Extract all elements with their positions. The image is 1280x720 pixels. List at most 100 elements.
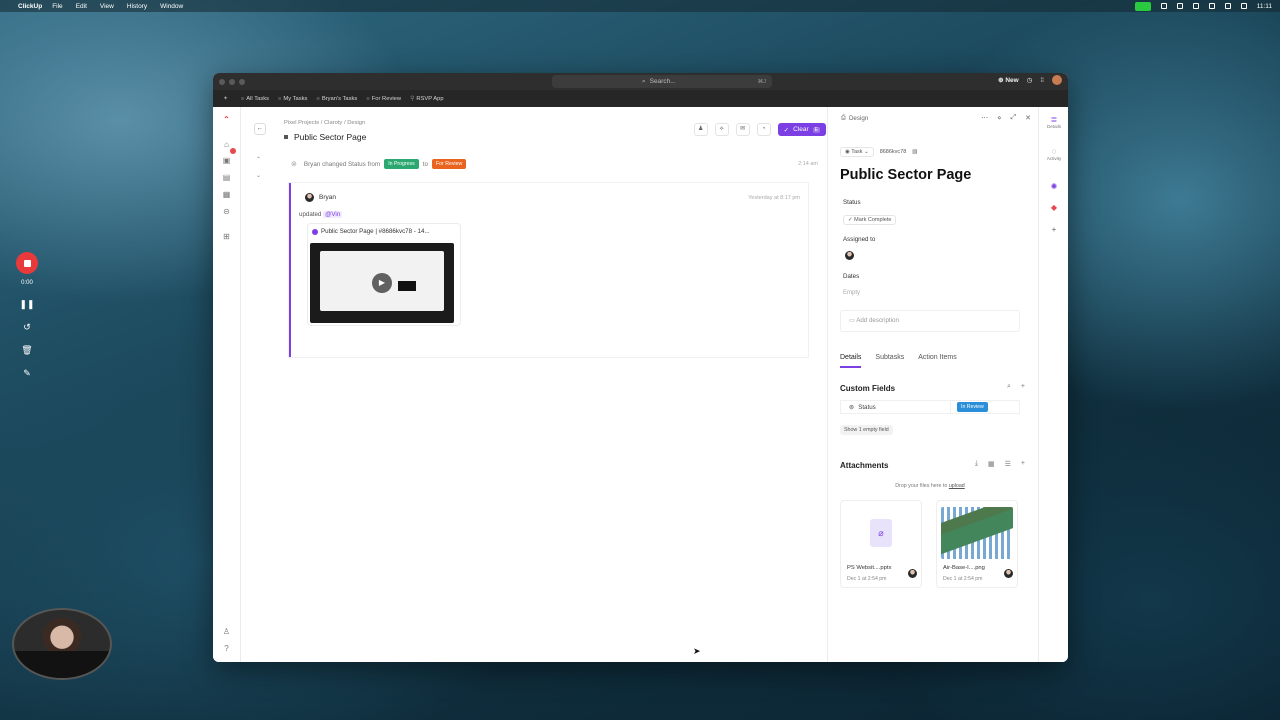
details-rail-button[interactable]: ≣ Details (1039, 115, 1068, 129)
tab-subtasks[interactable]: Subtasks (875, 354, 904, 368)
timer-icon[interactable]: ◷ (1027, 76, 1033, 84)
new-button[interactable]: ⊕ New (998, 76, 1019, 84)
panel-location[interactable]: ⎙ Design (841, 114, 868, 122)
upload-link[interactable]: upload (949, 483, 965, 489)
stop-recording-button[interactable] (16, 252, 38, 274)
clickup-logo-icon[interactable]: ⌃ (222, 115, 231, 124)
wifi-icon[interactable] (1224, 3, 1231, 9)
play-icon[interactable]: ▶ (372, 273, 392, 293)
favorite-all-tasks[interactable]: ≡ All Tasks (241, 96, 269, 102)
mention-tag[interactable]: @Vin (323, 211, 343, 218)
menu-clock[interactable]: 11:11 (1257, 3, 1272, 10)
breadcrumb-item[interactable]: Claroty (324, 120, 342, 126)
user-avatar[interactable] (1052, 75, 1062, 85)
mark-complete-label: Mark Complete (854, 217, 892, 223)
breadcrumb-item[interactable]: Design (347, 120, 365, 126)
screen-record-icon[interactable] (1134, 1, 1151, 11)
favorite-label: Bryan's Tasks (321, 95, 358, 102)
control-center-icon[interactable] (1240, 3, 1247, 9)
minimize-window-button[interactable] (229, 78, 235, 85)
spaces-icon[interactable]: ⊞ (222, 232, 231, 241)
custom-field-row[interactable]: ⊚ Status In Review (840, 400, 1020, 414)
menu-app-name[interactable]: ClickUp (18, 3, 42, 10)
dashboards-icon[interactable]: ▦ (222, 190, 231, 199)
menu-window[interactable]: Window (160, 3, 183, 10)
snooze-icon[interactable]: ⟡ (714, 123, 729, 136)
drop-zone[interactable]: Drop your files here to upload (840, 483, 1020, 489)
favorite-my-tasks[interactable]: ≡ My Tasks (278, 96, 307, 102)
expand-icon[interactable]: ⤢ (1011, 114, 1017, 122)
favorite-rsvp-app[interactable]: ⚲ RSVP App (410, 96, 444, 102)
tab-details[interactable]: Details (840, 354, 862, 368)
dates-value[interactable]: Empty (843, 290, 860, 296)
comment-card[interactable]: Bryan Yesterday at 8:17 pm updated @Vin … (289, 183, 808, 357)
activity-rail-button[interactable]: ◌ Activity (1039, 147, 1068, 161)
breadcrumb-item[interactable]: Pixel Projects (284, 120, 319, 126)
video-thumbnail[interactable]: ▶ (310, 243, 454, 323)
close-icon[interactable]: ✕ (1025, 114, 1031, 122)
more-options-icon[interactable]: ⋯ (981, 114, 988, 122)
list-view-icon[interactable]: ☰ (1005, 460, 1011, 468)
status-icon[interactable] (1176, 3, 1183, 9)
pen-icon[interactable]: ✎ (23, 369, 31, 378)
image-thumbnail (941, 507, 1013, 559)
webcam-bubble[interactable] (12, 608, 112, 680)
share-icon[interactable]: ⋄ (997, 114, 1001, 122)
menu-view[interactable]: View (100, 3, 114, 10)
pin-icon[interactable]: ✦ (223, 96, 228, 102)
attachment-file[interactable]: ⌀ PS Websit....pptx Dec 1 at 2:54 pm (840, 500, 922, 588)
add-icon[interactable]: + (1039, 225, 1068, 234)
chevron-up-icon[interactable]: ⌃ (256, 156, 261, 163)
show-empty-field-button[interactable]: Show 1 empty field (840, 425, 893, 435)
mark-complete-button[interactable]: ✓ Mark Complete (843, 215, 897, 225)
reply-icon[interactable]: ✉ (735, 123, 750, 136)
docs-icon[interactable]: ▤ (222, 173, 231, 182)
assignee-avatar[interactable] (845, 251, 854, 260)
tab-action-items[interactable]: Action Items (918, 354, 957, 368)
reminder-icon[interactable]: ◔ (756, 123, 771, 136)
task-id[interactable]: 8686kvc78 (880, 149, 907, 155)
pause-icon[interactable]: ❚❚ (19, 300, 34, 309)
favorite-bryans-tasks[interactable]: ≡ Bryan's Tasks (316, 96, 357, 102)
image-icon[interactable]: ▧ (912, 149, 917, 155)
assign-icon[interactable]: ♟ (693, 123, 708, 136)
clear-button[interactable]: ✓ Clear E (777, 123, 826, 136)
integration-icon[interactable]: ✺ (1039, 182, 1068, 191)
menu-edit[interactable]: Edit (76, 3, 87, 10)
home-icon[interactable]: ⌂ (222, 140, 231, 149)
search-icon[interactable]: ⌕ (1007, 383, 1011, 391)
menu-file[interactable]: File (52, 3, 62, 10)
page-title[interactable]: Public Sector Page (283, 132, 366, 142)
download-icon[interactable]: ⤓ (975, 460, 978, 468)
status-icon[interactable] (1160, 3, 1167, 9)
description-field[interactable]: ▭ Add description (840, 310, 1020, 332)
figma-icon[interactable]: ◆ (1039, 203, 1068, 212)
favorite-for-review[interactable]: ≡ For Review (366, 96, 401, 102)
trash-icon[interactable]: 🗑 (21, 346, 32, 355)
attachment-file[interactable]: Air-Base-I....png Dec 1 at 2:54 pm (936, 500, 1018, 588)
add-field-icon[interactable]: + (1021, 383, 1025, 391)
attachments-title: Attachments (840, 461, 889, 470)
task-title[interactable]: Public Sector Page (840, 167, 971, 183)
status-icon[interactable] (1192, 3, 1199, 9)
restart-icon[interactable]: ↺ (23, 323, 31, 332)
task-nav: ← ⌃ ⌄ (241, 107, 283, 662)
more-icon[interactable]: ⊝ (222, 207, 231, 216)
comment-action: updated @Vin (299, 211, 343, 218)
task-type-selector[interactable]: ◉ Task ⌄ (840, 147, 874, 157)
status-icon[interactable] (1208, 3, 1215, 9)
video-attachment[interactable]: Public Sector Page | #8686kvc78 - 14... … (307, 223, 461, 326)
chevron-down-icon[interactable]: ⌄ (256, 172, 261, 179)
help-icon[interactable]: ? (222, 644, 231, 653)
search-bar[interactable]: ⌕ Search... ⌘J (552, 75, 772, 88)
add-attachment-icon[interactable]: + (1021, 460, 1025, 468)
apps-grid-icon[interactable]: ⁞⁞ (1040, 77, 1044, 84)
grid-view-icon[interactable]: ▦ (988, 460, 995, 468)
zoom-window-button[interactable] (239, 78, 245, 85)
inbox-icon[interactable]: ▣ (222, 156, 231, 165)
menu-history[interactable]: History (127, 3, 147, 10)
status-badge-in-review[interactable]: In Review (957, 402, 988, 412)
invite-icon[interactable]: ♙ (222, 627, 231, 636)
close-window-button[interactable] (219, 78, 225, 85)
back-arrow-icon[interactable]: ← (254, 123, 266, 135)
